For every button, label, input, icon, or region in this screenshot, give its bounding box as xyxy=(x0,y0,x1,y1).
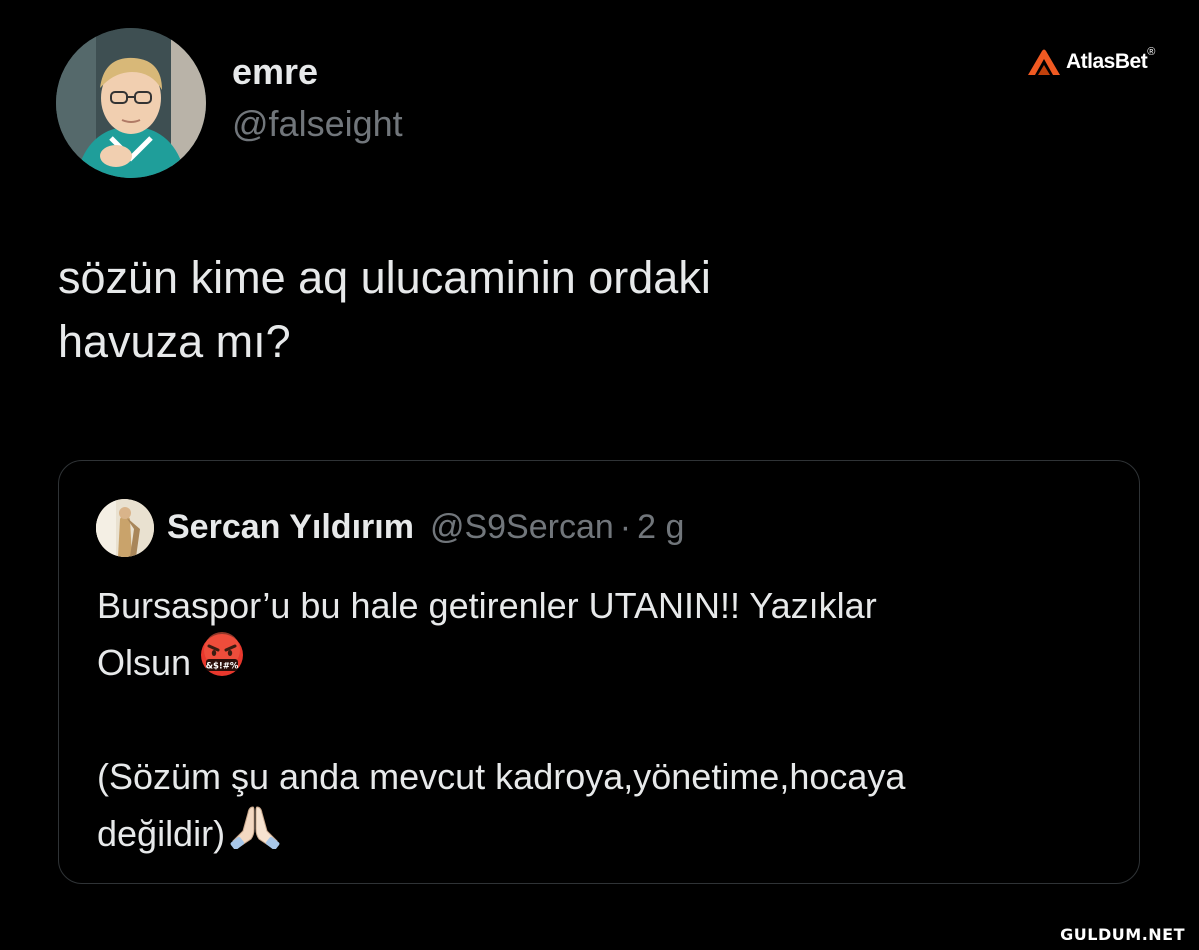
quoted-body-blank-line xyxy=(97,691,1117,748)
quoted-body-text: (Sözüm şu anda mevcut kadroya,yönetime,h… xyxy=(97,756,906,797)
quoted-body-text: değildir) xyxy=(97,813,226,854)
quoted-author-handle[interactable]: @S9Sercan xyxy=(430,508,614,547)
quoted-body-text: Olsun xyxy=(97,642,192,683)
tweet-text: sözün kime aq ulucaminin ordaki havuza m… xyxy=(58,246,1058,374)
quoted-body-text: Bursaspor’u bu hale getirenler UTANIN!! … xyxy=(97,585,877,626)
quoted-tweet-header: Sercan Yıldırım @S9Sercan · 2 g xyxy=(167,505,684,549)
author-handle[interactable]: @falseight xyxy=(232,102,403,146)
quoted-body-line: (Sözüm şu anda mevcut kadroya,yönetime,h… xyxy=(97,748,1117,805)
site-watermark: GULDUM.NET xyxy=(1050,921,1195,948)
author-name[interactable]: emre xyxy=(232,50,318,94)
atlasbet-logo-icon xyxy=(1028,49,1060,75)
folded-hands-icon xyxy=(229,803,281,865)
avatar-photo xyxy=(56,28,206,178)
quoted-body-line: Bursaspor’u bu hale getirenler UTANIN!! … xyxy=(97,577,1117,634)
quoted-avatar-photo xyxy=(96,499,154,557)
author-avatar[interactable] xyxy=(56,28,206,178)
quoted-tweet-time[interactable]: 2 g xyxy=(637,508,684,547)
tweet-text-line: havuza mı? xyxy=(58,316,291,367)
tweet-text-line: sözün kime aq ulucaminin ordaki xyxy=(58,252,711,303)
face-with-symbols-on-mouth-icon: &$!#% xyxy=(199,631,245,694)
quoted-body-line: Olsun &$!#% xyxy=(97,631,1117,694)
quoted-body-line: değildir) xyxy=(97,805,1117,862)
quoted-author-name[interactable]: Sercan Yıldırım xyxy=(167,508,414,547)
atlasbet-logo: AtlasBet ® xyxy=(1026,40,1176,84)
registered-mark: ® xyxy=(1147,46,1156,58)
svg-text:&$!#%: &$!#% xyxy=(206,661,239,671)
brand-name: AtlasBet xyxy=(1066,50,1148,73)
quoted-tweet-body: Bursaspor’u bu hale getirenler UTANIN!! … xyxy=(97,577,1117,862)
quoted-author-avatar[interactable] xyxy=(96,499,154,557)
quoted-tweet-card[interactable]: Sercan Yıldırım @S9Sercan · 2 g Bursaspo… xyxy=(58,460,1140,884)
dot-separator: · xyxy=(619,507,632,546)
